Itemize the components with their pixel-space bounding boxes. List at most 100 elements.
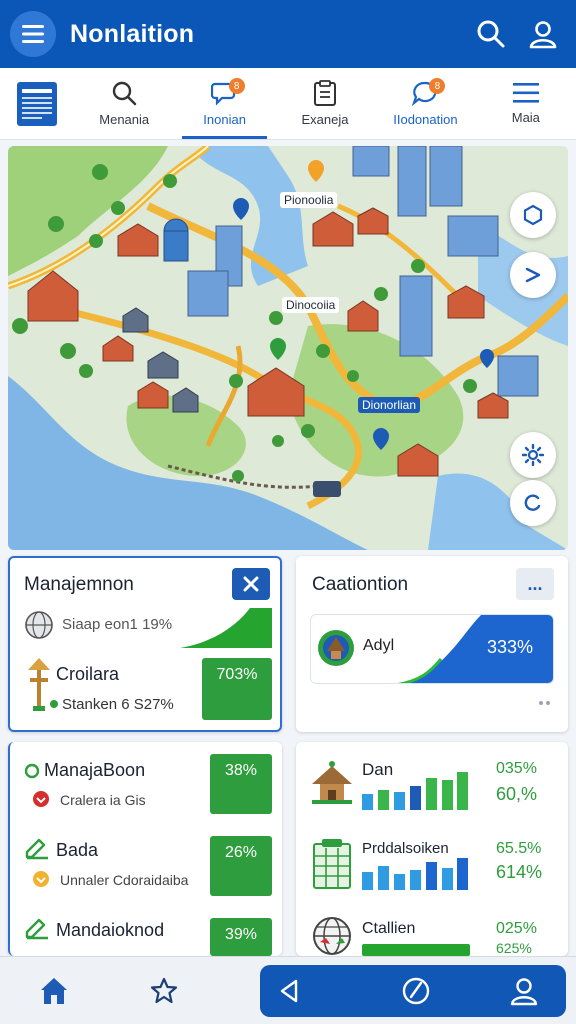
- nav-explore[interactable]: [386, 957, 446, 1024]
- warning-icon: [33, 871, 49, 887]
- bar-chart: [362, 772, 468, 810]
- card-subtitle: Croilara: [56, 664, 120, 684]
- nav-profile[interactable]: [494, 957, 554, 1024]
- notification-badge: 8: [228, 78, 245, 94]
- card-title: Caationtion: [312, 574, 409, 595]
- map-label-center[interactable]: Dinocoiia: [282, 297, 340, 313]
- progress-bar: [362, 944, 470, 956]
- item-title: Bada: [56, 840, 99, 860]
- tab-label: Exaneja: [301, 112, 349, 127]
- item-subtitle: Cralera ia Gis: [60, 792, 146, 808]
- compass-icon: [402, 977, 430, 1005]
- percentage-value: 614%: [496, 862, 543, 882]
- tab-inonian[interactable]: 8 Inonian: [174, 68, 274, 139]
- globe-icon: [25, 611, 53, 639]
- app-title: Nonlaition: [70, 19, 195, 48]
- cooperation-card[interactable]: Caationtion ... Adyl 333%: [296, 556, 568, 732]
- panel-value: 333%: [487, 637, 534, 657]
- map-direction-button[interactable]: [510, 252, 556, 298]
- map-layers-button[interactable]: [510, 192, 556, 238]
- hexagon-icon: [523, 204, 543, 226]
- menu-icon: [512, 83, 539, 103]
- card-action-button[interactable]: [232, 568, 270, 600]
- city-map[interactable]: Pionoolia Dinocoiia Dionorlian: [8, 146, 568, 550]
- edit-icon: [25, 838, 48, 860]
- management-card[interactable]: Manajemnon Siaap eon1 19% Croilara Stank…: [8, 556, 282, 732]
- percentage-value: 65.5%: [496, 840, 542, 857]
- search-icon: [113, 81, 137, 106]
- value-box: 26%: [210, 836, 272, 896]
- tab-maia[interactable]: Maia: [476, 68, 576, 139]
- nav-pill-group: [260, 965, 566, 1017]
- item-title: Prddalsoiken: [362, 840, 449, 857]
- tab-label: IIodonation: [393, 112, 458, 127]
- tab-menania[interactable]: Menania: [74, 68, 174, 139]
- value-box: 703%: [202, 658, 272, 720]
- tab-label: Maia: [511, 110, 540, 125]
- star-icon: [150, 977, 178, 1004]
- statistics-card[interactable]: Dan 035% 60,% Prddalsoiken 65.5% 614% Ct…: [296, 742, 568, 956]
- trend-bar: [180, 608, 272, 648]
- percentage-value: 035%: [496, 760, 537, 777]
- locate-icon: [524, 494, 541, 511]
- app-logo[interactable]: [0, 68, 74, 139]
- value-box: 39%: [210, 918, 272, 956]
- bar-chart: [362, 858, 468, 890]
- profile-button[interactable]: [520, 11, 566, 57]
- clipboard-icon: [314, 80, 337, 106]
- home-icon: [41, 978, 67, 1004]
- percentage-value: 025%: [496, 920, 537, 937]
- hamburger-icon: [22, 25, 44, 43]
- card-row-text: Stanken 6 S27%: [62, 696, 174, 713]
- percentage-value: 625%: [496, 940, 532, 956]
- map-label-right[interactable]: Dionorlian: [358, 397, 421, 413]
- more-options-button[interactable]: ...: [516, 568, 554, 600]
- panel-label: Adyl: [363, 637, 395, 654]
- totem-icon: [28, 658, 50, 711]
- nav-home[interactable]: [24, 957, 84, 1024]
- direction-arrow-icon: [525, 267, 541, 283]
- user-icon: [529, 21, 557, 49]
- user-icon: [510, 978, 538, 1006]
- spreadsheet-icon: [313, 839, 351, 889]
- progress-panel: Adyl 333%: [310, 614, 554, 684]
- percentage-value: 60,%: [496, 784, 538, 804]
- hut-icon: [312, 761, 352, 804]
- hamburger-menu-button[interactable]: [10, 11, 56, 57]
- item-subtitle: Unnaler Cdoraidaiba: [60, 872, 189, 888]
- globe-icon: [313, 917, 351, 955]
- item-title: Mandaioknod: [56, 920, 165, 940]
- map-locate-button[interactable]: [510, 480, 556, 526]
- bottom-navigation: [0, 956, 576, 1024]
- tab-label: Menania: [99, 112, 150, 127]
- item-title: ManajaBoon: [44, 760, 146, 780]
- drag-handle-icon[interactable]: [538, 698, 552, 708]
- card-row-text: Siaap eon1 19%: [62, 616, 173, 633]
- map-settings-button[interactable]: [510, 432, 556, 478]
- management-list-card[interactable]: ManajaBoon Cralera ia Gis 38% Bada Unnal…: [8, 742, 282, 956]
- alert-icon: [33, 791, 49, 807]
- tab-exaneja[interactable]: Exaneja: [275, 68, 375, 139]
- gear-icon: [522, 444, 544, 466]
- search-button[interactable]: [468, 11, 514, 57]
- nav-back[interactable]: [260, 957, 320, 1024]
- item-title: Ctallien: [362, 920, 416, 937]
- more-icon: ...: [527, 573, 543, 594]
- search-icon: [477, 20, 505, 48]
- leaf-icon: [24, 763, 40, 779]
- edit-icon: [25, 918, 48, 940]
- tab-label: Inonian: [203, 112, 246, 127]
- hut-icon: [318, 630, 354, 666]
- expand-icon: [243, 576, 259, 592]
- notification-badge: 8: [429, 78, 446, 94]
- card-title: Manajemnon: [24, 574, 134, 595]
- status-dot: [50, 700, 58, 708]
- tab-iiodonation[interactable]: 8 IIodonation: [375, 68, 475, 139]
- nav-favorites[interactable]: [134, 957, 194, 1024]
- app-bar: Nonlaition: [0, 0, 576, 68]
- document-logo-icon: [17, 81, 57, 126]
- tab-bar: Menania 8 Inonian Exaneja 8 IIodonation …: [0, 68, 576, 140]
- value-box: 38%: [210, 754, 272, 814]
- back-arrow-icon: [280, 979, 298, 1003]
- map-label-top[interactable]: Pionoolia: [280, 192, 338, 208]
